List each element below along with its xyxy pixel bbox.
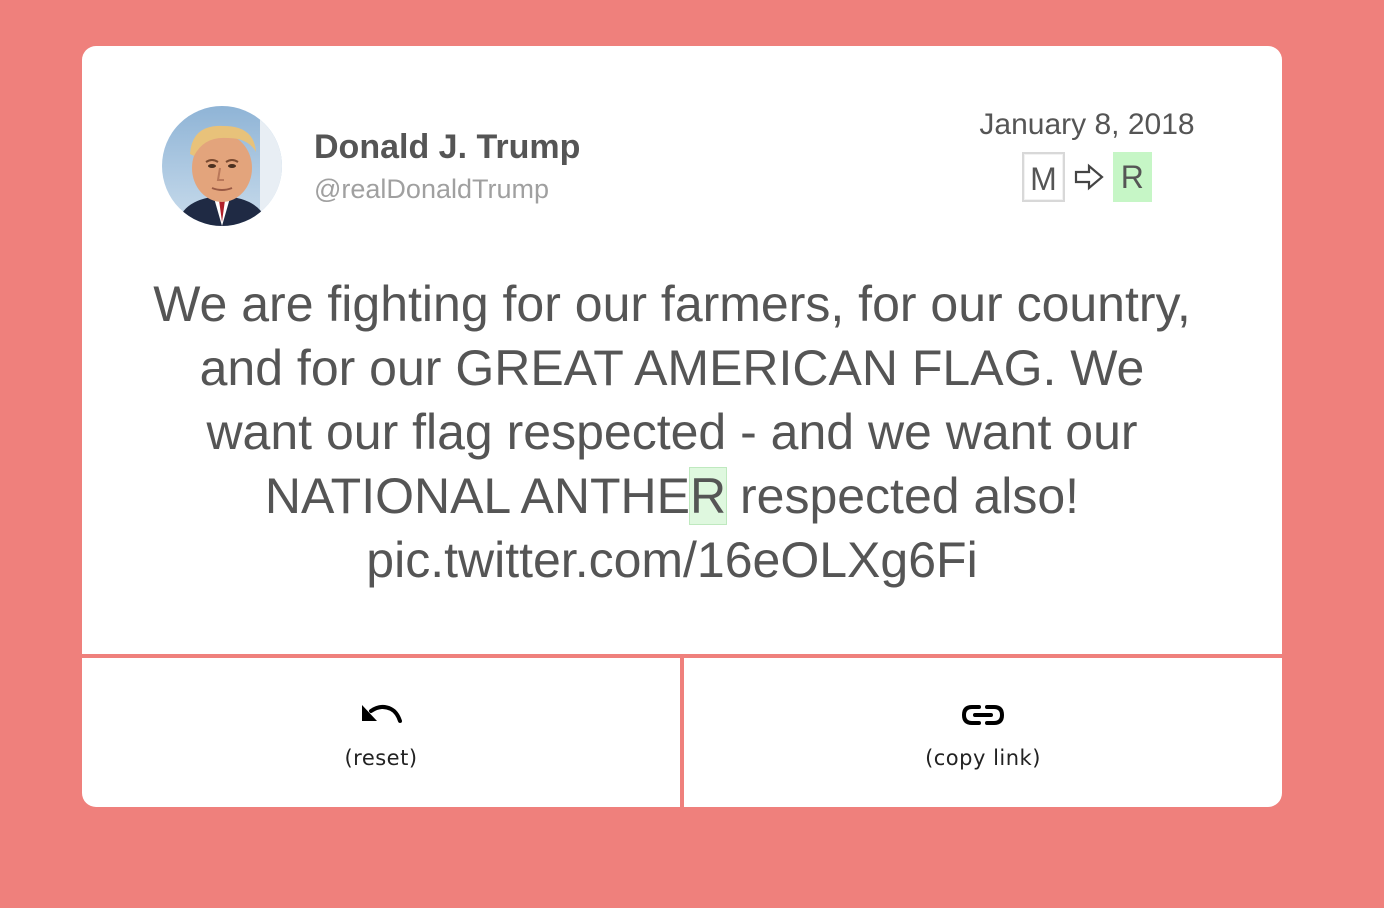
date-block: January 8, 2018 M R xyxy=(942,108,1232,202)
arrow-right-icon xyxy=(1073,162,1105,192)
original-letter: M xyxy=(1022,152,1065,202)
tweet-date: January 8, 2018 xyxy=(979,108,1195,141)
copy-link-button[interactable]: (copy link) xyxy=(684,658,1282,807)
avatar-image xyxy=(162,106,282,226)
tweet-card: Donald J. Trump @realDonaldTrump January… xyxy=(82,46,1282,807)
changed-letter-highlight: R xyxy=(688,467,728,525)
avatar xyxy=(162,106,282,226)
letter-change: M R xyxy=(942,152,1232,202)
undo-icon xyxy=(359,702,403,728)
tweet-text: We are fighting for our farmers, for our… xyxy=(142,272,1202,592)
reset-button[interactable]: (reset) xyxy=(82,658,680,807)
link-icon xyxy=(961,702,1005,728)
profile-handle: @realDonaldTrump xyxy=(314,174,549,204)
copy-link-label: (copy link) xyxy=(925,746,1041,770)
reset-label: (reset) xyxy=(344,746,418,770)
replacement-letter: R xyxy=(1112,152,1152,202)
profile-name: Donald J. Trump xyxy=(314,128,581,166)
